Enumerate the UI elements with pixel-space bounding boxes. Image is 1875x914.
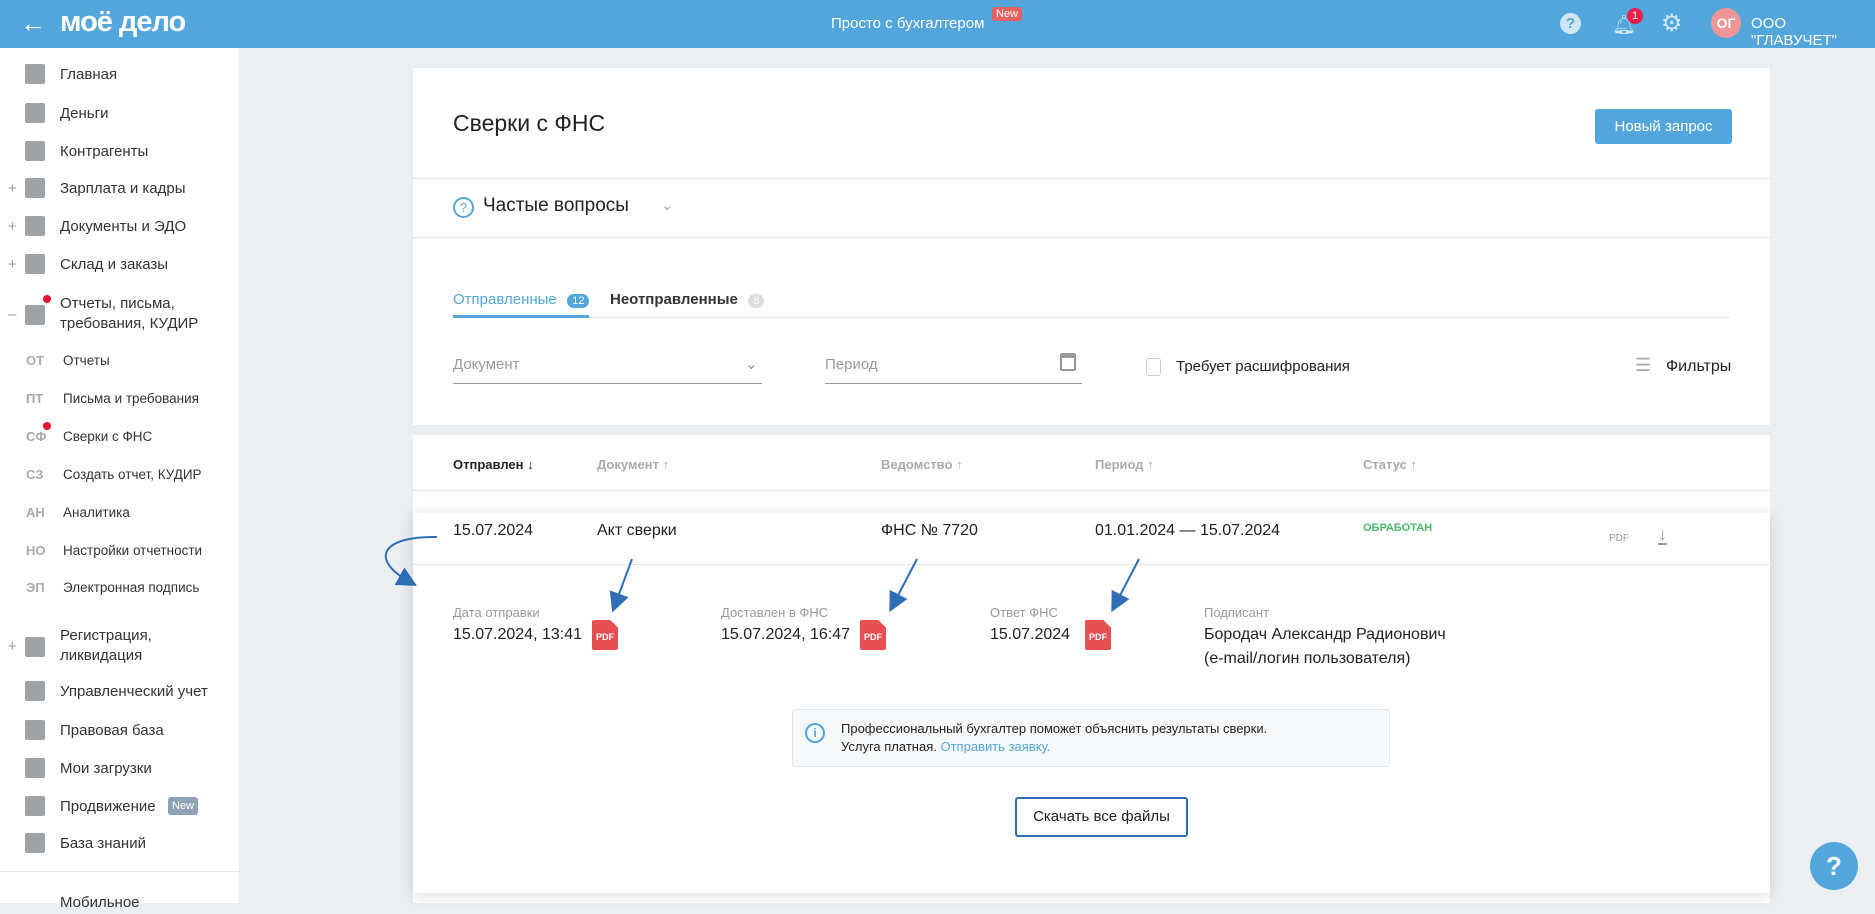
annotation-arrow xyxy=(609,558,633,613)
annotation-arrows xyxy=(384,535,1140,613)
help-chat-button[interactable]: ? xyxy=(1810,842,1858,890)
annotation-arrow xyxy=(1111,558,1140,613)
annotation-arrow xyxy=(384,535,438,586)
annotation-arrow xyxy=(889,558,918,613)
